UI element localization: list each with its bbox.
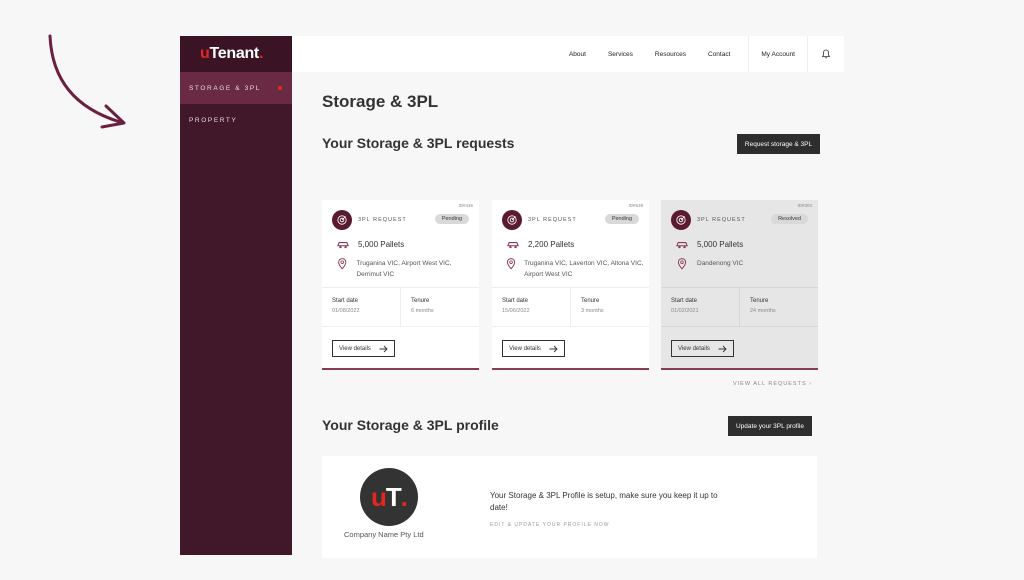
locations-value: Dandenong VIC [697,260,744,267]
target-icon [502,210,522,230]
nav-contact[interactable]: Contact [708,51,730,58]
request-storage-button[interactable]: Request storage & 3PL [737,134,820,154]
view-details-button[interactable]: View details [502,340,565,357]
start-date-value: 01/02/2021 [671,308,699,314]
nav-resources[interactable]: Resources [655,51,686,58]
tenure-value: 3 months [581,308,604,314]
main-content: Storage & 3PL Your Storage & 3PL request… [292,72,844,558]
tenure-value: 6 months [411,308,434,314]
arrow-right-icon [549,345,558,352]
tenure-label: Tenure [750,298,769,304]
pallets-row: 5,000 Pallets [675,240,743,249]
pallets-row: 2,200 Pallets [506,240,574,249]
request-meta: Start date 01/08/2022 Tenure 6 months [322,287,479,327]
arrow-right-icon [379,345,388,352]
view-all-requests-link[interactable]: VIEW ALL REQUESTS › [733,381,812,387]
view-details-button[interactable]: View details [671,340,734,357]
location-pin-icon [677,258,687,270]
locations-row: Dandenong VIC [675,258,815,270]
pallets-row: 5,000 Pallets [336,240,404,249]
sidebar-item-label: PROPERTY [189,116,238,124]
request-card[interactable]: ID#304 3PL REQUEST Resolved 5,000 Pallet… [661,200,818,370]
tenure-value: 24 months [750,308,776,314]
edit-profile-link[interactable]: EDIT & UPDATE YOUR PROFILE NOW [490,522,609,528]
locations-row: Truganina VIC, Airport West VIC, Derrimu… [336,258,476,280]
page-title: Storage & 3PL [322,92,439,111]
request-id: ID#304 [797,203,812,208]
location-pin-icon [338,258,347,270]
app-window: u Tenant. STORAGE & 3PL PROPERTY About Se… [180,36,844,558]
notifications-button[interactable] [808,36,844,72]
request-card[interactable]: ID#436 3PL REQUEST Pending 5,000 Pallets… [322,200,479,370]
request-card[interactable]: ID#539 3PL REQUEST Pending 2,200 Pallets… [492,200,649,370]
request-id: ID#436 [458,203,473,208]
location-pin-icon [506,258,516,270]
request-type: 3PL REQUEST [528,217,577,223]
sidebar-item-label: STORAGE & 3PL [189,84,261,92]
pallets-value: 5,000 Pallets [697,240,744,249]
profile-section-title: Your Storage & 3PL profile [322,417,499,433]
profile-card: uT. Company Name Pty Ltd Your Storage & … [322,456,817,558]
update-profile-button[interactable]: Update your 3PL profile [728,416,812,436]
locations-row: Truganina VIC, Laverton VIC, Altona VIC,… [506,258,646,280]
view-details-button[interactable]: View details [332,340,395,357]
start-date-value: 15/06/2022 [502,308,530,314]
top-navigation: About Services Resources Contact My Acco… [292,36,844,72]
sidebar-item-property[interactable]: PROPERTY [180,104,292,136]
start-date-label: Start date [502,298,529,304]
locations-value: Truganina VIC, Laverton VIC, Altona VIC,… [524,260,644,278]
truck-icon [676,242,688,249]
bell-icon [821,49,831,59]
pointer-arrow-icon [48,34,126,129]
sidebar: u Tenant. STORAGE & 3PL PROPERTY [180,36,292,555]
company-avatar: uT. [360,468,418,526]
request-type: 3PL REQUEST [358,217,407,223]
pallets-value: 2,200 Pallets [528,240,575,249]
tenure-label: Tenure [581,298,600,304]
target-icon [332,210,352,230]
sidebar-item-storage-3pl[interactable]: STORAGE & 3PL [180,72,292,104]
request-meta: Start date 15/06/2022 Tenure 3 months [492,287,649,327]
profile-message: Your Storage & 3PL Profile is setup, mak… [490,491,718,512]
status-badge: Pending [434,214,469,224]
active-indicator-icon [278,86,282,90]
request-id: ID#539 [628,203,643,208]
nav-about[interactable]: About [569,51,586,58]
my-account-link[interactable]: My Account [748,36,808,72]
status-badge: Pending [604,214,639,224]
locations-value: Truganina VIC, Airport West VIC, Derrimu… [356,260,452,278]
pallets-value: 5,000 Pallets [358,240,405,249]
start-date-value: 01/08/2022 [332,308,360,314]
start-date-label: Start date [671,298,698,304]
status-badge: Resolved [771,214,808,224]
start-date-label: Start date [332,298,359,304]
truck-icon [337,242,349,249]
arrow-right-icon [718,345,727,352]
target-icon [671,210,691,230]
request-meta: Start date 01/02/2021 Tenure 24 months [661,287,818,327]
nav-links: About Services Resources Contact [547,36,730,72]
request-type: 3PL REQUEST [697,217,746,223]
requests-section-title: Your Storage & 3PL requests [322,135,515,151]
logo[interactable]: u Tenant. [180,36,292,72]
truck-icon [507,242,519,249]
nav-services[interactable]: Services [608,51,633,58]
company-name: Company Name Pty Ltd [344,530,424,539]
tenure-label: Tenure [411,298,430,304]
